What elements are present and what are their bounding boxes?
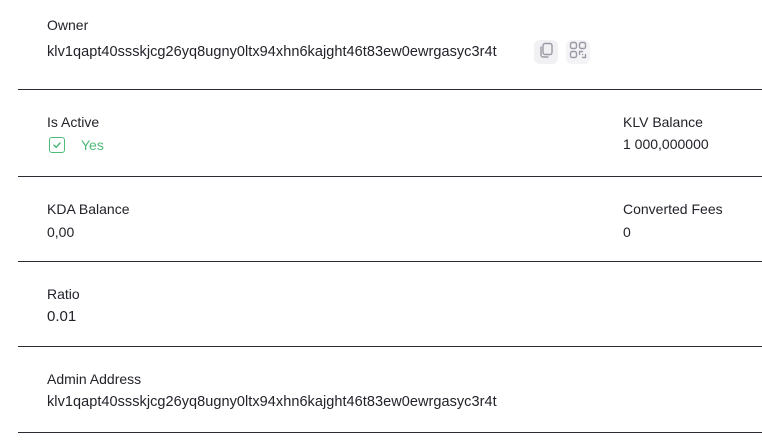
owner-address[interactable]: klv1qapt40ssskjcg26yq8ugny0ltx94xhn6kajg… [47, 44, 497, 60]
owner-label: Owner [47, 17, 89, 33]
divider [18, 89, 762, 90]
kda-balance-value: 0,00 [47, 224, 75, 240]
kda-balance-label: KDA Balance [47, 201, 130, 217]
klv-balance-label: KLV Balance [623, 114, 703, 130]
copy-owner-button[interactable] [534, 40, 558, 64]
converted-fees-value: 0 [623, 224, 631, 240]
asset-details-panel: Owner klv1qapt40ssskjcg26yq8ugny0ltx94xh… [0, 0, 762, 441]
divider [18, 432, 762, 433]
ratio-label: Ratio [47, 286, 80, 302]
is-active-value: Yes [81, 137, 104, 153]
is-active-label: Is Active [47, 114, 100, 130]
klv-balance-value: 1 000,000000 [623, 136, 709, 152]
ratio-value: 0.01 [47, 308, 77, 325]
divider [18, 261, 762, 262]
checkbox-checked-icon [49, 137, 65, 153]
copy-icon [537, 41, 555, 64]
divider [18, 176, 762, 177]
qr-code-icon [568, 40, 588, 65]
converted-fees-label: Converted Fees [623, 201, 723, 217]
admin-address-label: Admin Address [47, 371, 142, 387]
admin-address-value[interactable]: klv1qapt40ssskjcg26yq8ugny0ltx94xhn6kajg… [47, 394, 497, 410]
qr-code-button[interactable] [566, 40, 590, 64]
divider [18, 346, 762, 347]
